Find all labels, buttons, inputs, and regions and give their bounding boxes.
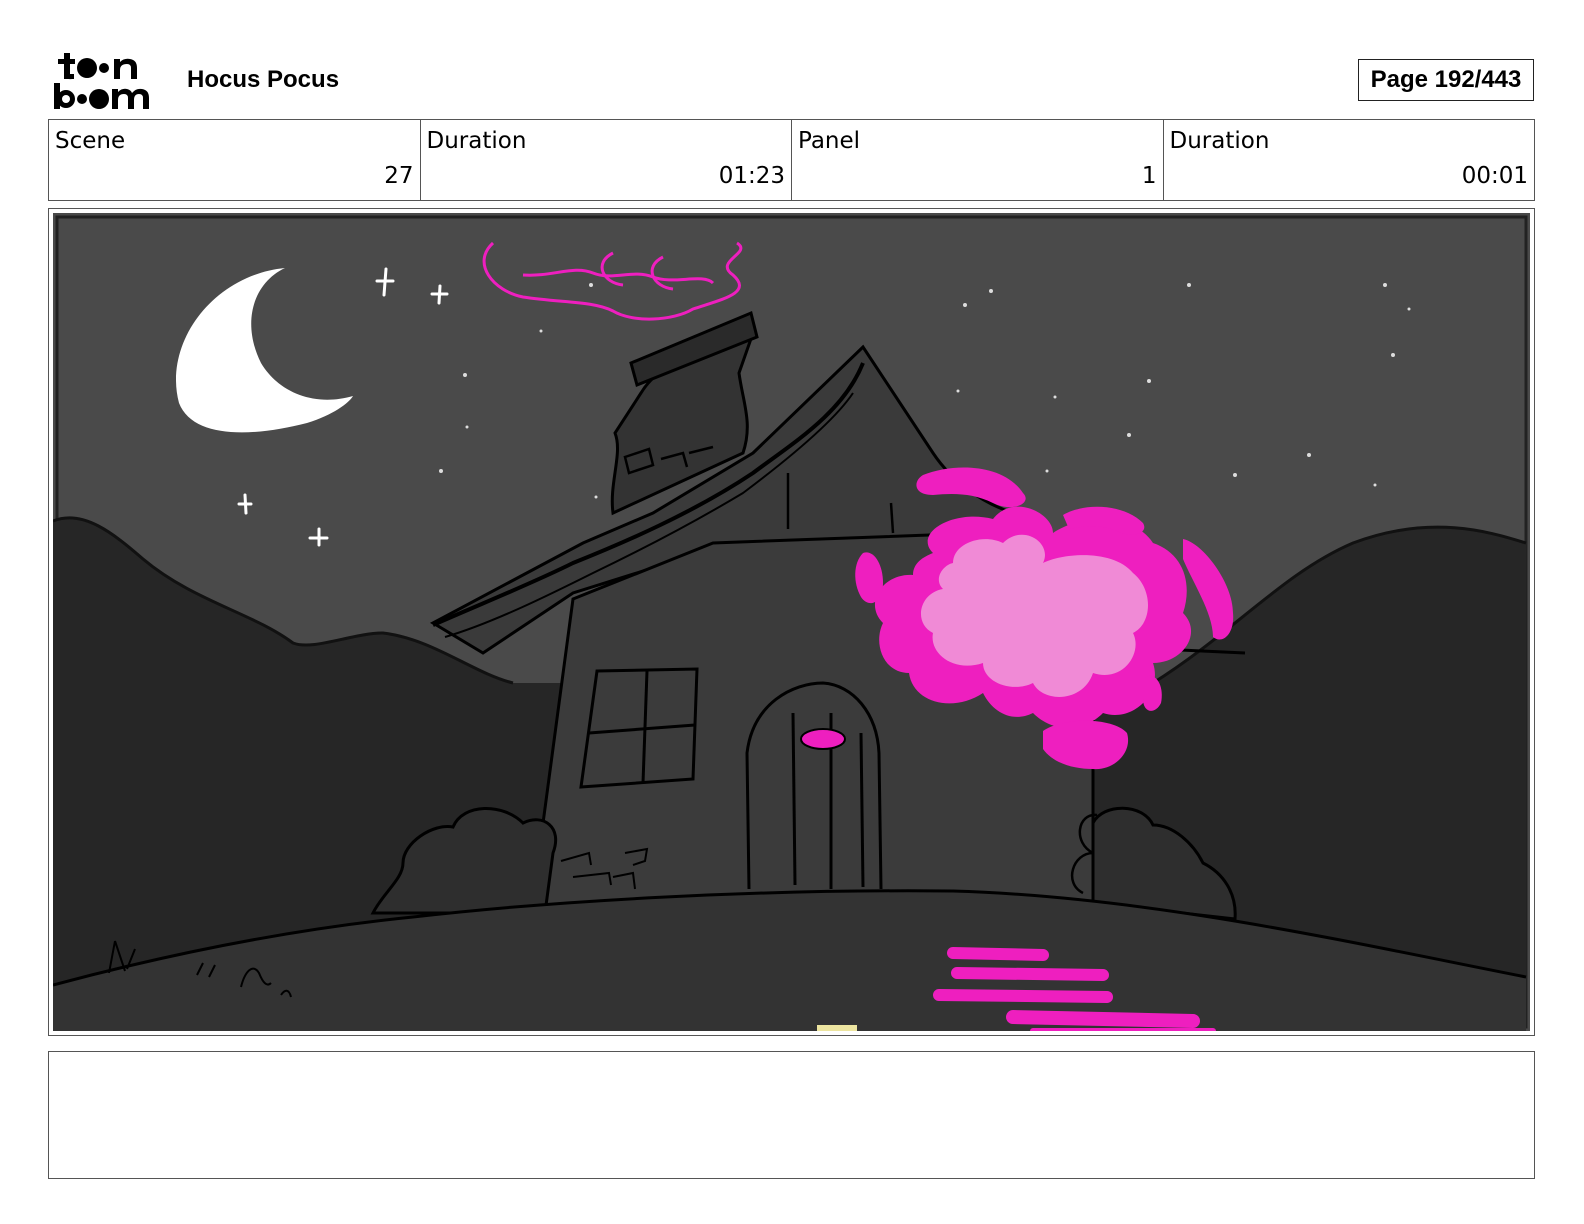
panel-duration-label: Duration: [1169, 128, 1270, 154]
document-title: Hocus Pocus: [187, 66, 340, 93]
storyboard-panel: [48, 208, 1535, 1036]
info-table: Scene 27 Duration 01:23 Panel 1 Duration…: [48, 119, 1535, 201]
scene-label: Scene: [55, 128, 126, 154]
panel-cell: Panel 1: [792, 120, 1164, 200]
page-indicator: Page 192/443: [1358, 59, 1534, 101]
panel-duration-cell: Duration 00:01: [1164, 120, 1535, 200]
door-glow: [800, 728, 846, 750]
toonboom-logo: [52, 50, 164, 112]
panel-value: 1: [1141, 163, 1157, 189]
scene-duration-cell: Duration 01:23: [421, 120, 792, 200]
scene-value: 27: [384, 163, 414, 189]
scene-duration-label: Duration: [426, 128, 527, 154]
scene-duration-value: 01:23: [718, 163, 785, 189]
panel-label: Panel: [798, 128, 861, 154]
scene-cell: Scene 27: [49, 120, 421, 200]
panel-duration-value: 00:01: [1461, 163, 1528, 189]
panel-drawing: [53, 213, 1530, 1031]
panel-notes: [48, 1051, 1535, 1179]
